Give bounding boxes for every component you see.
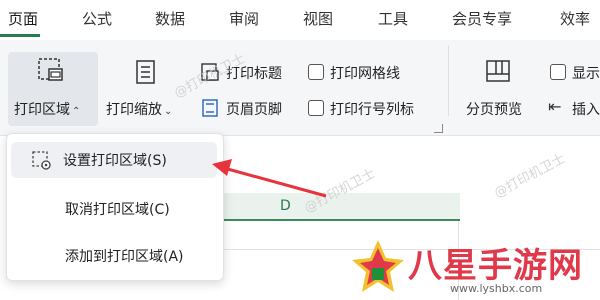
menu-item-add-to-print-area[interactable]: 添加到打印区域(A)	[11, 238, 217, 274]
page-break-preview-icon	[486, 60, 510, 82]
header-footer-button[interactable]: 页眉页脚	[226, 99, 282, 119]
tab-efficiency[interactable]: 效率	[560, 8, 590, 29]
active-tab-indicator	[0, 34, 40, 37]
print-scale-label: 打印缩放	[106, 102, 162, 118]
show-label: 显示	[572, 66, 600, 82]
print-gridlines-checkbox[interactable]	[308, 64, 324, 80]
dialog-launcher-icon[interactable]	[434, 124, 443, 133]
print-scale-icon	[136, 60, 155, 84]
logo-text: 八星手游网	[408, 246, 583, 286]
tab-view[interactable]: 视图	[303, 8, 333, 29]
print-row-col-headers-checkbox[interactable]	[308, 100, 324, 116]
tab-member[interactable]: 会员专享	[452, 8, 512, 29]
site-logo: 八星手游网 www.lyshbx.com	[350, 238, 598, 298]
chevron-down-icon: ⌄	[164, 106, 173, 117]
menu-item-add-to-print-area-label: 添加到打印区域(A)	[65, 249, 184, 265]
ribbon-tab-bar: 页面 公式 数据 审阅 视图 工具 会员专享 效率	[0, 0, 600, 40]
menu-item-cancel-print-area[interactable]: 取消打印区域(C)	[11, 191, 217, 227]
tab-formula[interactable]: 公式	[82, 8, 112, 29]
star-logo-icon	[352, 240, 404, 292]
logo-subtext: www.lyshbx.com	[450, 282, 543, 295]
header-footer-icon	[202, 99, 218, 117]
insert-button[interactable]: 插入	[572, 99, 600, 119]
insert-icon: ⇤	[548, 97, 562, 116]
print-gridlines-label: 打印网格线	[330, 66, 400, 82]
menu-item-set-print-area-label: 设置打印区域(S)	[63, 153, 167, 169]
show-checkbox[interactable]	[550, 64, 566, 80]
print-row-col-headers-label: 打印行号列标	[330, 102, 414, 118]
tab-data[interactable]: 数据	[155, 8, 185, 29]
menu-item-cancel-print-area-label: 取消打印区域(C)	[65, 202, 170, 218]
page-break-preview-label: 分页预览	[466, 102, 522, 118]
tab-page[interactable]: 页面	[8, 8, 38, 29]
print-area-icon	[38, 58, 63, 81]
set-print-area-icon	[32, 151, 51, 170]
tab-tools[interactable]: 工具	[378, 8, 408, 29]
column-header-d-label: D	[280, 198, 291, 214]
ribbon-group-separator	[448, 46, 449, 116]
print-area-dropdown-menu: 设置打印区域(S) 取消打印区域(C) 添加到打印区域(A)	[6, 133, 224, 281]
print-area-label: 打印区域	[14, 102, 70, 118]
tab-review[interactable]: 审阅	[229, 8, 259, 29]
chevron-up-icon: ⌃	[72, 106, 81, 117]
menu-item-set-print-area[interactable]: 设置打印区域(S)	[11, 142, 217, 178]
